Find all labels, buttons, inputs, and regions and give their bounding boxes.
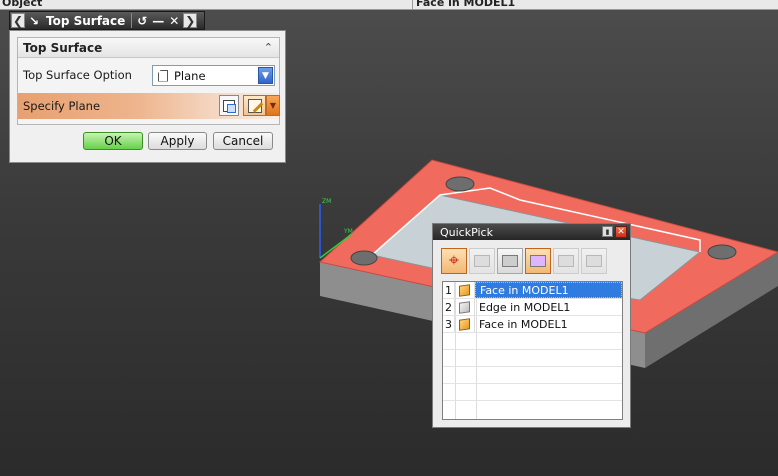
empty-row — [443, 401, 622, 418]
face-icon — [530, 255, 546, 267]
quickpick-list: 1 Face in MODEL1 2 Edge in MODEL1 3 Face… — [442, 281, 623, 420]
cube-glyph — [459, 300, 470, 314]
option-value: Plane — [174, 68, 206, 83]
dialog-titlebar[interactable]: ❮ ↘ Top Surface ↺ — ✕ ❯ — [9, 11, 205, 30]
plane-sketch-icon — [247, 98, 262, 113]
list-item[interactable]: 2 Edge in MODEL1 — [443, 299, 622, 316]
status-strip: Object Face in MODEL1 — [0, 0, 778, 10]
point-on-body-icon — [502, 255, 518, 267]
empty-row — [443, 384, 622, 401]
apply-button[interactable]: Apply — [148, 132, 207, 150]
z-axis-label: ZM — [322, 198, 331, 205]
chevron-up-icon[interactable]: ⌃ — [264, 41, 273, 54]
group-header[interactable]: Top Surface ⌃ — [18, 38, 279, 58]
close-icon[interactable]: ✕ — [615, 226, 627, 238]
empty-row — [443, 367, 622, 384]
y-axis-label: YM — [343, 228, 353, 235]
quickpick-filter-toolbar: ⌖ — [441, 248, 607, 275]
option-label: Top Surface Option — [23, 68, 132, 82]
plane-type-dropdown[interactable]: ▼ — [266, 95, 280, 116]
filter-faces-button[interactable] — [525, 248, 551, 274]
status-right-text: Face in MODEL1 — [416, 0, 516, 9]
forward-arrow-icon[interactable]: ❯ — [183, 13, 198, 28]
top-surface-option-select[interactable]: Plane ▼ — [152, 65, 275, 86]
plane-dialog-icon — [223, 99, 236, 113]
top-surface-dialog: Top Surface ⌃ Top Surface Option Plane ▼… — [9, 30, 286, 163]
list-index: 2 — [443, 299, 455, 315]
minimize-icon[interactable]: — — [150, 12, 166, 29]
pin-icon[interactable]: ↘ — [26, 12, 42, 29]
filter-points-button[interactable] — [497, 248, 523, 274]
top-surface-group: Top Surface ⌃ Top Surface Option Plane ▼… — [17, 37, 280, 125]
list-index: 1 — [443, 282, 455, 298]
list-label: Face in MODEL1 — [479, 317, 568, 331]
cube-glyph — [459, 317, 470, 331]
group-title: Top Surface — [23, 40, 103, 55]
cancel-button[interactable]: Cancel — [213, 132, 273, 150]
filter-all-button[interactable]: ⌖ — [441, 248, 467, 274]
reset-icon[interactable]: ↺ — [134, 12, 150, 29]
solid-cube-icon — [455, 282, 475, 298]
hole-top — [445, 176, 475, 192]
dialog-title: Top Surface — [46, 13, 126, 28]
list-index: 3 — [443, 316, 455, 332]
quickpick-title: QuickPick — [440, 225, 493, 239]
crosshair-icon: ⌖ — [448, 250, 460, 271]
list-label: Face in MODEL1 — [475, 282, 622, 298]
filter-curves-button[interactable] — [469, 248, 495, 274]
plane-dialog-button[interactable] — [219, 95, 239, 116]
empty-row — [443, 333, 622, 350]
chevron-down-icon[interactable]: ▼ — [258, 67, 273, 84]
back-arrow-icon[interactable]: ❮ — [11, 13, 25, 28]
quickpick-window: QuickPick ▮ ✕ ⌖ 1 Face in MODEL1 2 Edge … — [432, 223, 631, 428]
title-divider — [131, 13, 133, 28]
filter-bodies-button[interactable] — [553, 248, 579, 274]
edge-cube-icon — [455, 299, 475, 315]
status-left-text: Object — [2, 0, 43, 9]
list-item[interactable]: 1 Face in MODEL1 — [443, 282, 622, 299]
body-icon — [558, 255, 574, 267]
feature-icon — [586, 255, 602, 267]
solid-cube-icon — [455, 316, 475, 332]
filter-features-button[interactable] — [581, 248, 607, 274]
specify-plane-label: Specify Plane — [23, 99, 101, 113]
quickpick-controls: ▮ ✕ — [602, 226, 627, 238]
pin-icon[interactable]: ▮ — [602, 226, 613, 237]
specify-plane-row[interactable]: Specify Plane ▼ — [18, 93, 280, 119]
plane-icon — [158, 69, 168, 82]
dialog-buttons: OK Apply Cancel — [10, 131, 285, 153]
quickpick-titlebar[interactable]: QuickPick ▮ ✕ — [433, 224, 630, 240]
inferred-plane-button[interactable] — [243, 95, 266, 116]
hole-right — [707, 244, 737, 260]
empty-row — [443, 350, 622, 367]
list-item[interactable]: 3 Face in MODEL1 — [443, 316, 622, 333]
hole-left — [350, 250, 378, 266]
option-row: Top Surface Option Plane ▼ — [18, 62, 279, 88]
curve-icon — [474, 255, 490, 267]
close-icon[interactable]: ✕ — [166, 12, 182, 29]
list-label: Edge in MODEL1 — [479, 300, 571, 314]
ok-button[interactable]: OK — [83, 132, 143, 150]
status-separator — [412, 0, 413, 9]
cube-glyph — [459, 283, 470, 297]
